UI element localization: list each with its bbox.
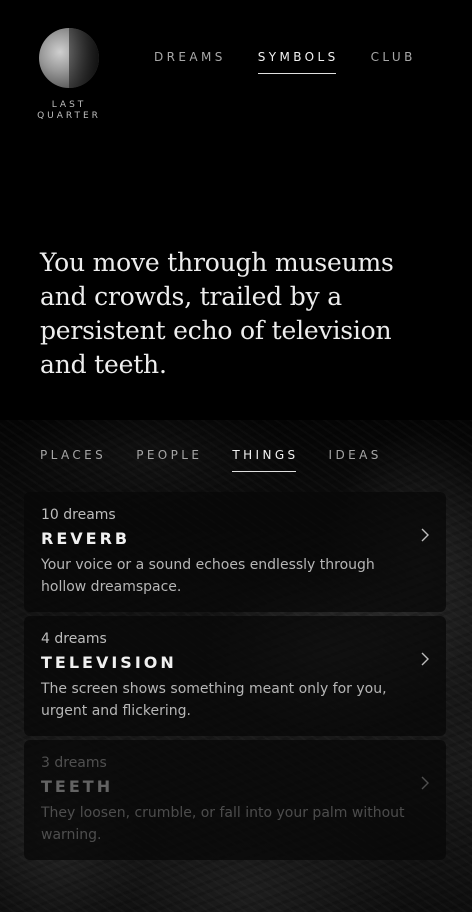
moon-phase-label: LAST QUARTER bbox=[37, 100, 101, 121]
hero-text: You move through museums and crowds, tra… bbox=[40, 248, 394, 379]
chevron-right-icon bbox=[421, 776, 429, 790]
nav-symbols[interactable]: SYMBOLS bbox=[257, 50, 339, 74]
dream-count: 10 dreams bbox=[41, 507, 116, 523]
chevron-right-icon bbox=[421, 528, 429, 542]
symbol-card-reverb[interactable]: 10 dreams REVERB Your voice or a sound e… bbox=[24, 492, 446, 612]
symbol-list: 10 dreams REVERB Your voice or a sound e… bbox=[24, 492, 446, 864]
nav-dreams[interactable]: DREAMS bbox=[154, 50, 226, 74]
header: LAST QUARTER DREAMS SYMBOLS CLUB bbox=[0, 0, 472, 140]
symbol-description: They loosen, crumble, or fall into your … bbox=[41, 805, 405, 843]
chevron-right-icon bbox=[421, 652, 429, 666]
symbol-category-tabs: PLACES PEOPLE THINGS IDEAS bbox=[40, 448, 382, 472]
tab-ideas[interactable]: IDEAS bbox=[329, 448, 382, 472]
moon-phase[interactable]: LAST QUARTER bbox=[37, 28, 100, 122]
tab-people[interactable]: PEOPLE bbox=[136, 448, 202, 472]
dream-count: 4 dreams bbox=[41, 631, 107, 647]
symbol-title: TEETH bbox=[41, 777, 114, 796]
symbol-card-teeth[interactable]: 3 dreams TEETH They loosen, crumble, or … bbox=[24, 740, 446, 860]
nav-club[interactable]: CLUB bbox=[371, 50, 416, 74]
symbol-description: Your voice or a sound echoes endlessly t… bbox=[41, 557, 375, 595]
dream-count: 3 dreams bbox=[41, 755, 107, 771]
main-nav: DREAMS SYMBOLS CLUB bbox=[154, 50, 416, 74]
symbol-title: REVERB bbox=[41, 529, 131, 548]
tab-places[interactable]: PLACES bbox=[40, 448, 106, 472]
tab-things[interactable]: THINGS bbox=[232, 448, 298, 472]
symbol-title: TELEVISION bbox=[41, 653, 177, 672]
symbol-description: The screen shows something meant only fo… bbox=[41, 681, 387, 719]
symbol-card-television[interactable]: 4 dreams TELEVISION The screen shows som… bbox=[24, 616, 446, 736]
moon-last-quarter-icon bbox=[39, 28, 99, 88]
